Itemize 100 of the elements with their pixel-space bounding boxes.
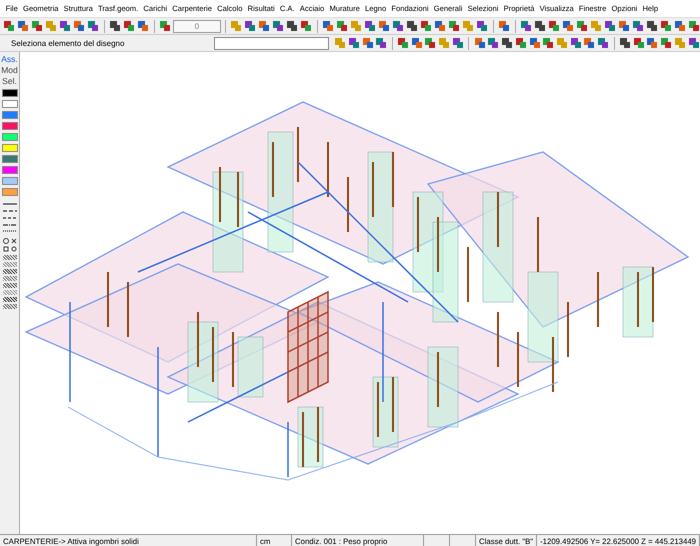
toolbar-button[interactable] xyxy=(646,36,659,50)
color-swatch[interactable] xyxy=(2,100,18,108)
tool-icon xyxy=(534,20,546,32)
toolbar-button[interactable] xyxy=(58,19,72,33)
toolbar-button[interactable] xyxy=(361,36,374,50)
hatch-pattern-icon[interactable] xyxy=(2,269,16,274)
toolbar-button[interactable] xyxy=(30,19,44,33)
toolbar-button[interactable] xyxy=(687,36,700,50)
tool-icon xyxy=(660,37,672,49)
tool-icon xyxy=(501,37,514,49)
tool-icon xyxy=(487,37,500,49)
toolbar-button[interactable] xyxy=(687,19,700,33)
toolbar-button[interactable] xyxy=(272,19,285,33)
color-swatch[interactable] xyxy=(2,188,18,196)
color-swatch[interactable] xyxy=(2,122,18,130)
toolbar-button[interactable] xyxy=(673,19,686,33)
mode-tab[interactable]: Ass. xyxy=(1,54,18,64)
toolbar-button[interactable] xyxy=(16,19,30,33)
toolbar-button[interactable] xyxy=(632,36,645,50)
toolbar-button[interactable] xyxy=(300,19,313,33)
color-swatch[interactable] xyxy=(2,111,18,119)
toolbar-button[interactable] xyxy=(348,36,360,50)
toolbar-button[interactable] xyxy=(364,19,377,33)
command-field[interactable] xyxy=(214,36,329,50)
toolbar-button[interactable] xyxy=(378,19,391,33)
toolbar-button[interactable] xyxy=(645,19,658,33)
toolbar-button[interactable] xyxy=(631,19,644,33)
toolbar-button[interactable] xyxy=(244,19,257,33)
toolbar-button[interactable] xyxy=(258,19,271,33)
tool-icon xyxy=(520,20,532,32)
tool-icon xyxy=(3,20,16,32)
tool-icon xyxy=(362,37,374,49)
toolbar-button[interactable] xyxy=(336,19,349,33)
toolbar-button[interactable] xyxy=(158,19,172,33)
toolbar-button[interactable] xyxy=(569,36,582,50)
tool-icon xyxy=(420,20,432,32)
tool-icon xyxy=(109,20,122,32)
toolbar-button[interactable] xyxy=(434,19,447,33)
toolbar-button[interactable] xyxy=(533,19,546,33)
toolbar-button[interactable] xyxy=(603,19,616,33)
toolbar-button[interactable] xyxy=(406,19,419,33)
hatch-pattern-icon[interactable] xyxy=(2,283,16,288)
color-swatch[interactable] xyxy=(2,166,18,174)
toolbar-button[interactable] xyxy=(72,19,86,33)
mode-tab[interactable]: Mod xyxy=(1,65,18,75)
toolbar-button[interactable] xyxy=(3,19,16,33)
toolbar-button[interactable] xyxy=(659,19,672,33)
mode-tab[interactable]: Sel. xyxy=(2,76,17,86)
toolbar-button[interactable] xyxy=(410,36,424,50)
toolbar-button[interactable] xyxy=(561,19,574,33)
snap-icon[interactable] xyxy=(2,237,18,253)
toolbar-button[interactable] xyxy=(420,19,433,33)
tool-icon xyxy=(646,20,658,32)
toolbar-button[interactable] xyxy=(486,36,500,50)
toolbar-button[interactable] xyxy=(500,36,514,50)
toolbar-button[interactable] xyxy=(322,19,335,33)
tool-icon xyxy=(562,20,574,32)
toolbar-button[interactable] xyxy=(617,19,630,33)
tool-icon xyxy=(334,37,346,49)
toolbar-button[interactable] xyxy=(396,36,410,50)
color-swatch[interactable] xyxy=(2,133,18,141)
toolbar-button[interactable] xyxy=(618,36,632,50)
toolbar-button[interactable] xyxy=(575,19,588,33)
toolbar-button[interactable] xyxy=(476,19,489,33)
toolbar-button[interactable] xyxy=(473,36,486,50)
color-swatch[interactable] xyxy=(2,155,18,163)
toolbar-button[interactable] xyxy=(108,19,122,33)
toolbar-button[interactable] xyxy=(528,36,541,50)
tool-icon xyxy=(498,20,510,32)
toolbar-button[interactable] xyxy=(583,36,596,50)
tool-icon xyxy=(59,20,72,32)
toolbar-button[interactable] xyxy=(596,36,610,50)
toolbar-button[interactable] xyxy=(660,36,672,50)
toolbar-button[interactable] xyxy=(424,36,437,50)
toolbar-button[interactable] xyxy=(452,36,464,50)
line-styles-icon[interactable] xyxy=(2,201,18,233)
toolbar-button[interactable] xyxy=(286,19,299,33)
toolbar-button[interactable] xyxy=(122,19,136,33)
toolbar-button[interactable] xyxy=(86,19,100,33)
toolbar-button[interactable] xyxy=(448,19,461,33)
toolbar-button[interactable] xyxy=(392,19,405,33)
toolbar-button[interactable] xyxy=(519,19,532,33)
tool-icon xyxy=(392,20,404,32)
color-swatch[interactable] xyxy=(2,177,18,185)
hatch-pattern-icon[interactable] xyxy=(2,304,16,309)
tool-icon xyxy=(590,20,602,32)
tool-icon xyxy=(618,20,630,32)
toolbar-button[interactable] xyxy=(375,36,388,50)
hatch-pattern-icon[interactable] xyxy=(2,297,16,302)
toolbar-button[interactable] xyxy=(136,19,150,33)
toolbar-button[interactable] xyxy=(547,19,560,33)
hatch-pattern-icon[interactable] xyxy=(2,255,16,260)
color-swatch[interactable] xyxy=(2,89,18,97)
tool-icon xyxy=(646,37,658,49)
toolbar-button[interactable] xyxy=(498,19,510,33)
toolbar-button[interactable] xyxy=(542,36,555,50)
toolbar-button[interactable] xyxy=(514,36,528,50)
color-swatch[interactable] xyxy=(2,144,18,152)
tool-icon xyxy=(570,37,582,49)
tool-icon xyxy=(17,20,30,32)
